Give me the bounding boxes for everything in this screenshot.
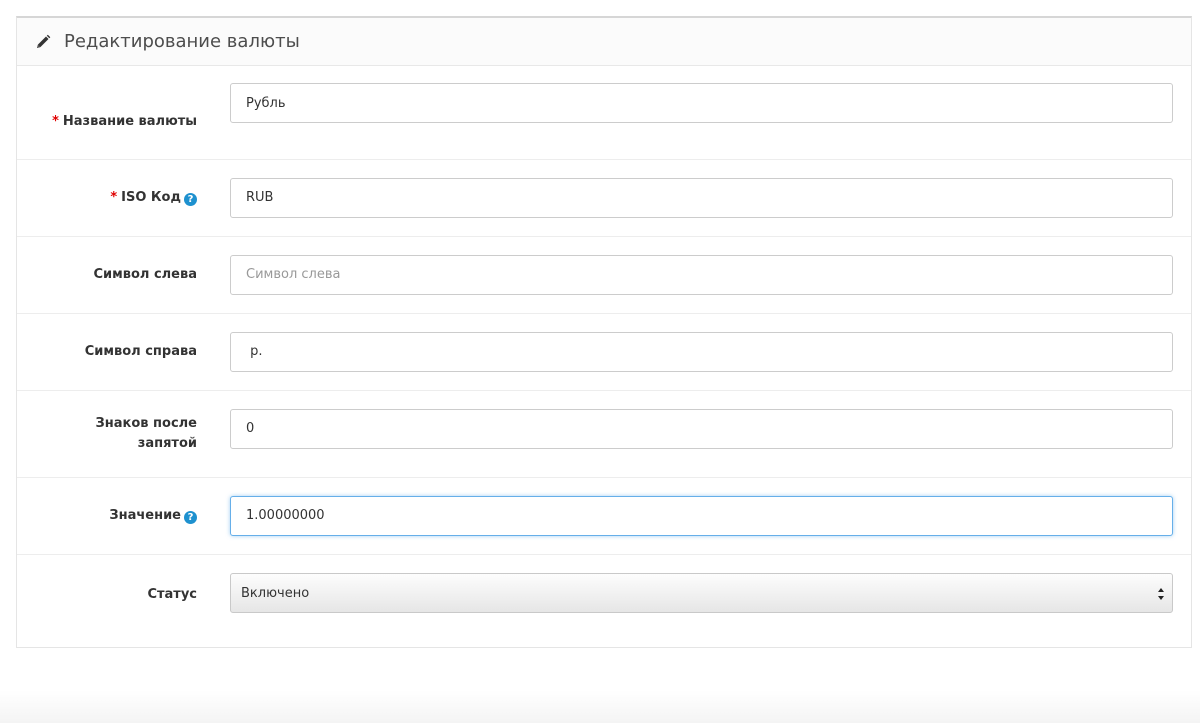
pencil-icon [35, 34, 51, 50]
currency-edit-panel: Редактирование валюты *Название валюты *… [16, 16, 1192, 648]
footer-area [0, 690, 1200, 723]
form-row-symbol-right: Символ справа [17, 314, 1191, 391]
iso-code-input[interactable] [230, 177, 1173, 218]
panel-title: Редактирование валюты [64, 31, 300, 52]
currency-name-input[interactable] [230, 83, 1173, 123]
symbol-right-input[interactable] [230, 331, 1173, 372]
select-arrows-icon [1157, 586, 1165, 602]
question-circle-icon[interactable]: ? [184, 193, 197, 206]
currency-form: *Название валюты *ISO Код? Символ сле [17, 66, 1191, 635]
form-row-name: * Название валюты [17, 83, 1191, 160]
symbol-right-label: Символ справа [84, 344, 197, 359]
iso-label: * ISO Код? [17, 188, 197, 208]
symbol-left-input[interactable] [230, 254, 1173, 295]
value-label: Значение? [17, 506, 197, 526]
name-label: * Название валюты [52, 113, 197, 129]
status-selected-value: Включено [241, 585, 310, 601]
form-row-value: Значение? [17, 478, 1191, 555]
required-marker: * [110, 190, 118, 205]
currency-value-input[interactable] [230, 495, 1173, 536]
required-marker: * [52, 113, 59, 129]
form-row-status: Статус Включено [17, 555, 1191, 635]
form-row-symbol-left: Символ слева [17, 237, 1191, 314]
decimal-place-label: Знаков после запятой [95, 416, 197, 451]
symbol-left-label: Символ слева [93, 267, 197, 282]
form-row-decimal-place: Знаков после запятой [17, 391, 1191, 478]
status-label: Статус [147, 587, 197, 602]
form-row-iso: * ISO Код? [17, 160, 1191, 237]
panel-heading: Редактирование валюты [17, 18, 1191, 66]
question-circle-icon[interactable]: ? [184, 511, 197, 524]
status-select[interactable]: Включено [230, 573, 1173, 613]
decimal-place-input[interactable] [230, 408, 1173, 449]
